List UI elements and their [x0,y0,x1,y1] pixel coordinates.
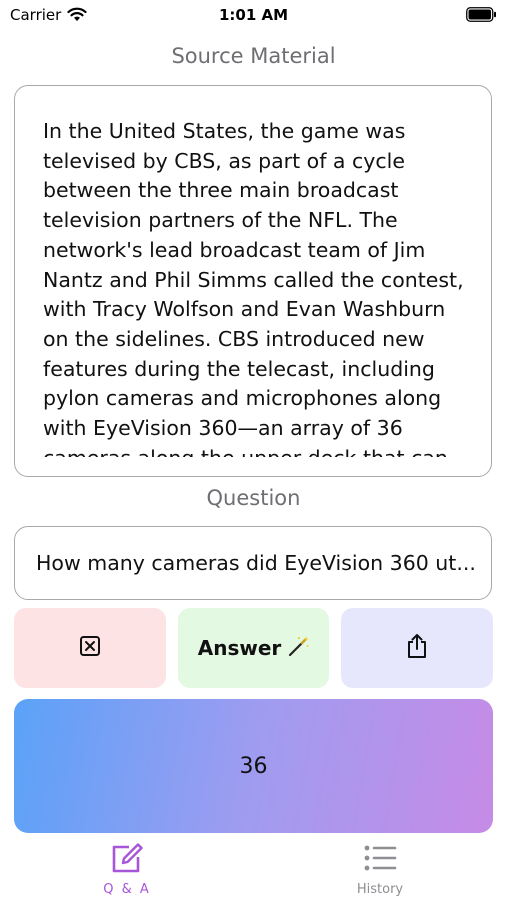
clear-button[interactable] [14,608,166,688]
list-icon [363,842,397,878]
tab-bar: Q & A History [0,838,507,900]
question-field[interactable] [14,526,492,600]
tab-history-label: History [356,882,404,897]
clear-x-icon [79,635,101,661]
status-bar: Carrier 1:01 AM [0,0,507,30]
tab-qa[interactable]: Q & A [62,842,192,900]
source-material-title: Source Material [171,44,336,68]
question-title: Question [206,486,301,510]
tab-history[interactable]: History [315,842,445,900]
tab-qa-label: Q & A [103,882,151,897]
compose-icon [110,842,144,878]
share-button[interactable] [341,608,493,688]
answer-button[interactable]: Answer [178,608,329,688]
status-time: 1:01 AM [218,6,289,24]
share-icon [405,633,429,663]
answer-result-card: 36 [14,699,493,833]
magic-wand-icon [287,635,309,661]
source-material-textbox[interactable]: In the United States, the game was telev… [14,85,492,477]
battery-icon [466,7,497,26]
question-input[interactable] [36,527,476,598]
source-material-text[interactable]: In the United States, the game was telev… [43,117,468,457]
answer-button-label: Answer [197,636,282,660]
answer-result-text: 36 [239,753,268,779]
